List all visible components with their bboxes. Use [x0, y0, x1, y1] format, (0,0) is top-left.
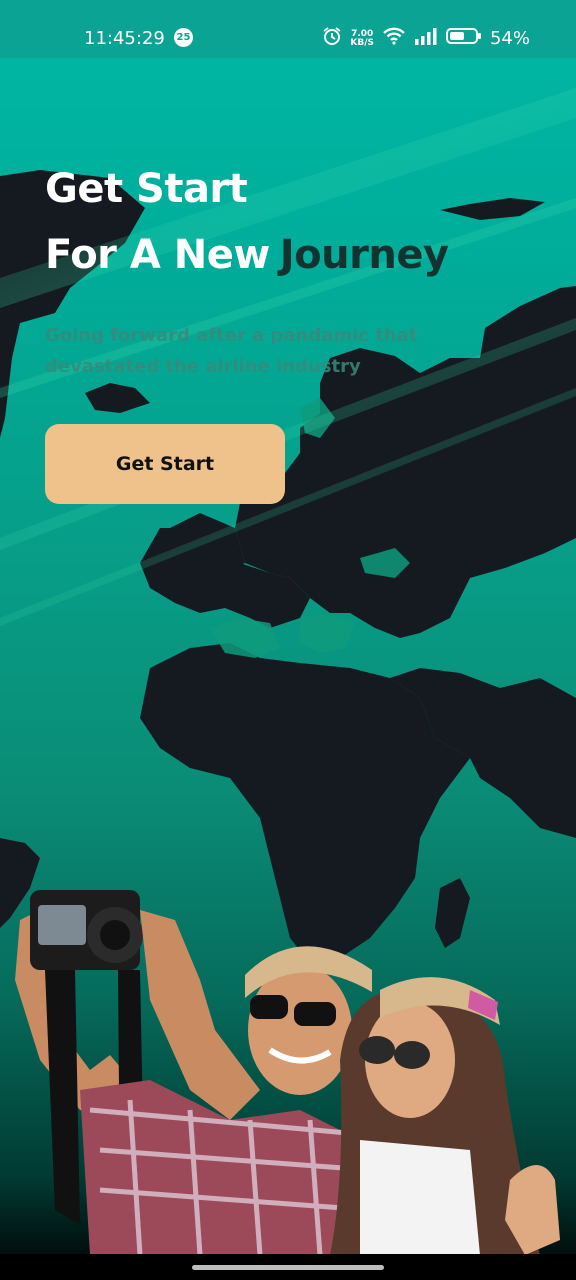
status-icons: 7.00 KB/S 54% [322, 26, 530, 51]
navigation-bar [0, 1254, 576, 1280]
network-speed: 7.00 KB/S [350, 29, 374, 48]
get-start-button[interactable]: Get Start [45, 424, 285, 504]
onboarding-screen: 11:45:29 25 7.00 KB/S 54% Get Start For … [0, 0, 576, 1280]
subtitle: Going forward after a pandamic that deva… [45, 325, 418, 377]
headline-highlight: Journey [279, 232, 449, 278]
status-bar: 11:45:29 25 7.00 KB/S 54% [0, 0, 576, 58]
headline-text: For A New [45, 232, 270, 278]
status-time: 11:45:29 [84, 28, 165, 49]
speed-unit: KB/S [350, 37, 374, 48]
wifi-icon [382, 26, 406, 51]
alarm-icon [322, 26, 342, 51]
home-indicator[interactable] [192, 1265, 384, 1270]
battery-icon [445, 27, 482, 50]
battery-percentage: 54% [489, 28, 530, 49]
signal-icon [414, 27, 438, 50]
notification-badge: 25 [174, 28, 193, 47]
headline-line-2: For A New Journey [45, 232, 449, 278]
headline-line-1: Get Start [45, 166, 248, 212]
travelers-selfie-image [15, 890, 560, 1255]
